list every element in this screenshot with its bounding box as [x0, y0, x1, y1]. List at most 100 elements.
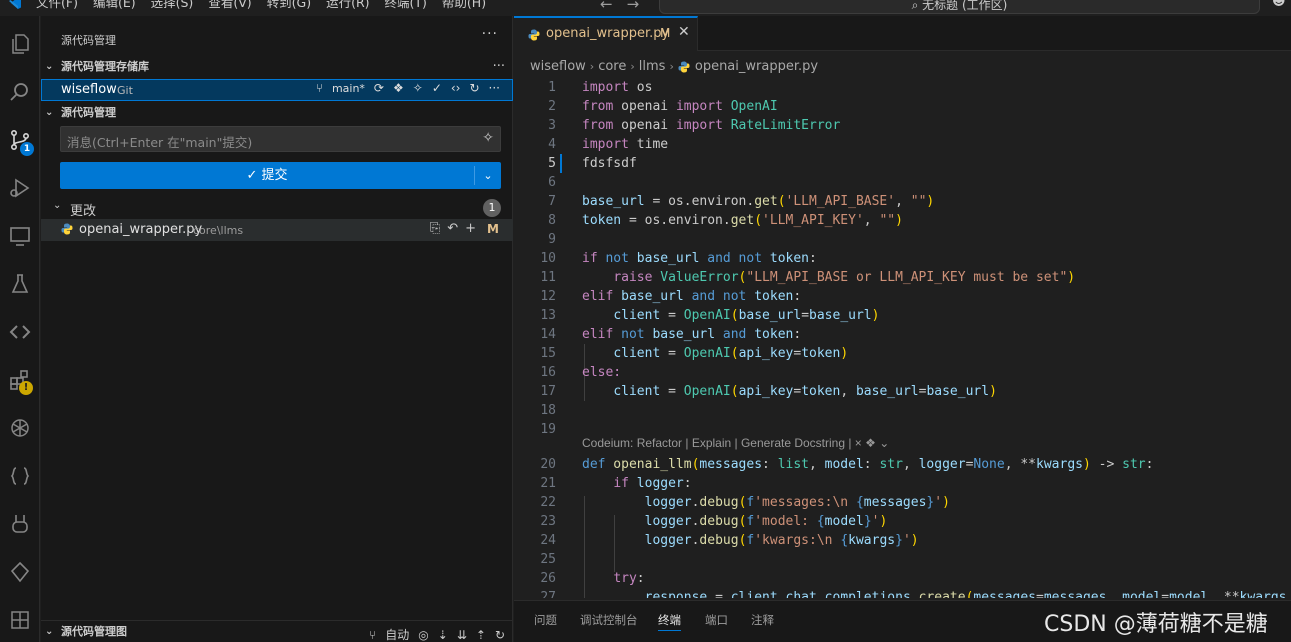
remote-explorer-icon[interactable]: [0, 216, 40, 256]
close-icon[interactable]: ✕: [678, 24, 690, 40]
menu-bar: 文件(F) 编辑(E) 选择(S) 查看(V) 转到(G) 运行(R) 终端(T…: [36, 0, 501, 11]
branch-icon[interactable]: ⑂: [369, 624, 376, 642]
chevron-down-icon[interactable]: ⌄: [475, 162, 501, 189]
changes-header[interactable]: ⌄ 更改 1: [41, 197, 513, 219]
push-icon[interactable]: ⇡: [476, 624, 486, 642]
open-file-icon[interactable]: ⎘: [430, 221, 440, 236]
breadcrumb-item[interactable]: llms: [639, 59, 666, 74]
search-icon[interactable]: [0, 72, 40, 112]
panel-tab-terminal[interactable]: 终端: [658, 612, 681, 631]
panel-tab-debug-console[interactable]: 调试控制台: [580, 612, 638, 628]
line-number: 16: [540, 365, 556, 380]
repo-kind: Git: [117, 84, 133, 97]
menu-help[interactable]: 帮助(H): [442, 0, 486, 11]
menu-selection[interactable]: 选择(S): [151, 0, 194, 11]
csdn-watermark: CSDN @薄荷糖不是糖: [1044, 612, 1268, 637]
breadcrumb: wiseflow › core › llms › openai_wrapper.…: [530, 59, 818, 74]
commit-check-icon[interactable]: ✓: [432, 81, 442, 95]
stage-changes-icon[interactable]: +: [465, 221, 476, 236]
sparkle-icon[interactable]: ✧: [482, 130, 494, 146]
branch-icon[interactable]: ⑂: [316, 81, 323, 95]
scm-badge: 1: [20, 142, 34, 156]
commit-message-input[interactable]: 消息(Ctrl+Enter 在"main"提交) ✧: [60, 126, 501, 152]
menu-file[interactable]: 文件(F): [36, 0, 78, 11]
forward-arrow-icon[interactable]: →: [627, 0, 640, 13]
chatgpt-icon[interactable]: [0, 408, 40, 448]
codelens-text[interactable]: Codeium: Refactor | Explain | Generate D…: [582, 436, 862, 450]
commit-message-placeholder: 消息(Ctrl+Enter 在"main"提交): [67, 135, 253, 150]
breadcrumb-item[interactable]: core: [598, 59, 626, 74]
testing-icon[interactable]: [0, 264, 40, 304]
git-lens-small-icon[interactable]: ‹›: [451, 81, 461, 95]
repo-row[interactable]: wiseflow Git ⑂ main* ⟳ ❖ ✧ ✓ ‹› ↻ ···: [41, 79, 513, 101]
fetch-icon[interactable]: ⇣: [438, 624, 448, 642]
codeium-icon[interactable]: ❖ ⌄: [862, 436, 889, 450]
commit-button[interactable]: ✓ 提交 ⌄: [60, 162, 501, 189]
branch-label[interactable]: main*: [332, 82, 365, 95]
graph-auto-label[interactable]: 自动: [385, 624, 409, 642]
panel-tab-ports[interactable]: 端口: [705, 612, 728, 628]
discard-changes-icon[interactable]: ↶: [447, 221, 458, 236]
codeium-commit-icon[interactable]: ❖: [393, 81, 404, 95]
refresh-icon[interactable]: ↻: [469, 81, 479, 95]
tab-modified-status: M: [660, 26, 671, 40]
target-icon[interactable]: ◎: [418, 624, 428, 642]
repo-more-icon[interactable]: ···: [489, 81, 500, 95]
grid-icon[interactable]: [0, 600, 40, 640]
file-status-modified: M: [487, 221, 499, 236]
line-number: 26: [540, 571, 556, 586]
code-line: fdsfsdf: [582, 156, 637, 171]
line-number: 12: [540, 289, 556, 304]
run-debug-icon[interactable]: [0, 168, 40, 208]
source-control-icon[interactable]: 1: [0, 120, 40, 160]
breadcrumb-item[interactable]: wiseflow: [530, 59, 586, 74]
menu-terminal[interactable]: 终端(T): [385, 0, 427, 11]
repos-more-icon[interactable]: ···: [493, 56, 505, 78]
repos-section-label: 源代码管理存储库: [61, 60, 149, 73]
explorer-icon[interactable]: [0, 24, 40, 64]
code-line: try:: [613, 571, 645, 586]
code-line: base_url = os.environ.get('LLM_API_BASE'…: [582, 194, 935, 209]
repos-section-header[interactable]: ⌄ 源代码管理存储库 ···: [41, 56, 513, 78]
back-arrow-icon[interactable]: ←: [600, 0, 613, 13]
code-line: client = OpenAI(api_key=token): [613, 346, 849, 361]
sparkle-icon[interactable]: ✧: [413, 81, 423, 95]
extensions-icon[interactable]: !: [0, 360, 40, 400]
sidebar-more-icon[interactable]: ···: [482, 26, 498, 42]
codeium-codelens[interactable]: Codeium: Refactor | Explain | Generate D…: [582, 436, 889, 450]
menu-view[interactable]: 查看(V): [208, 0, 251, 11]
code-editor[interactable]: 1 2 3 4 5 6 7 8 9 10 11 12 13 14 15 16 1…: [514, 78, 1291, 598]
chevron-down-icon: ⌄: [45, 107, 54, 118]
pull-icon[interactable]: ⇊: [457, 624, 467, 642]
line-number: 21: [540, 476, 556, 491]
command-center[interactable]: ⌕ 无标题 (工作区): [659, 0, 1260, 14]
rabbit-icon[interactable]: [0, 504, 40, 544]
panel-tab-problems[interactable]: 问题: [534, 612, 557, 628]
code-line: from openai import RateLimitError: [582, 118, 841, 133]
changed-file-row[interactable]: openai_wrapper.py core\llms ⎘ ↶ + M: [41, 219, 513, 241]
chevron-down-icon: ⌄: [45, 626, 54, 637]
scm-section-header[interactable]: ⌄ 源代码管理: [41, 102, 513, 124]
json-icon[interactable]: [0, 456, 40, 496]
sync-icon[interactable]: ⟳: [374, 81, 384, 95]
line-number: 4: [548, 137, 556, 152]
refresh-icon[interactable]: ↻: [495, 624, 505, 642]
code-line: logger.debug(f'model: {model}'): [644, 514, 888, 529]
line-number: 20: [540, 457, 556, 472]
search-icon: ⌕: [911, 0, 923, 12]
sidebar-title: 源代码管理: [61, 34, 116, 47]
menu-go[interactable]: 转到(G): [267, 0, 311, 11]
breadcrumb-item[interactable]: openai_wrapper.py: [695, 59, 818, 74]
panel-tab-comments[interactable]: 注释: [751, 612, 774, 628]
codeium-icon[interactable]: [0, 552, 40, 592]
editor-tab-active[interactable]: openai_wrapper.py M ✕: [514, 16, 698, 51]
git-lens-icon[interactable]: [0, 312, 40, 352]
menu-edit[interactable]: 编辑(E): [93, 0, 136, 11]
graph-section-header[interactable]: ⌄ 源代码管理图 ⑂ 自动 ◎ ⇣ ⇊ ⇡ ↻: [41, 620, 513, 642]
python-file-icon: [678, 61, 690, 72]
line-number: 24: [540, 533, 556, 548]
commit-button-label[interactable]: ✓ 提交: [60, 162, 474, 189]
menu-run[interactable]: 运行(R): [326, 0, 369, 11]
python-file-icon: [528, 29, 540, 41]
copilot-icon[interactable]: ☻: [1272, 0, 1286, 9]
